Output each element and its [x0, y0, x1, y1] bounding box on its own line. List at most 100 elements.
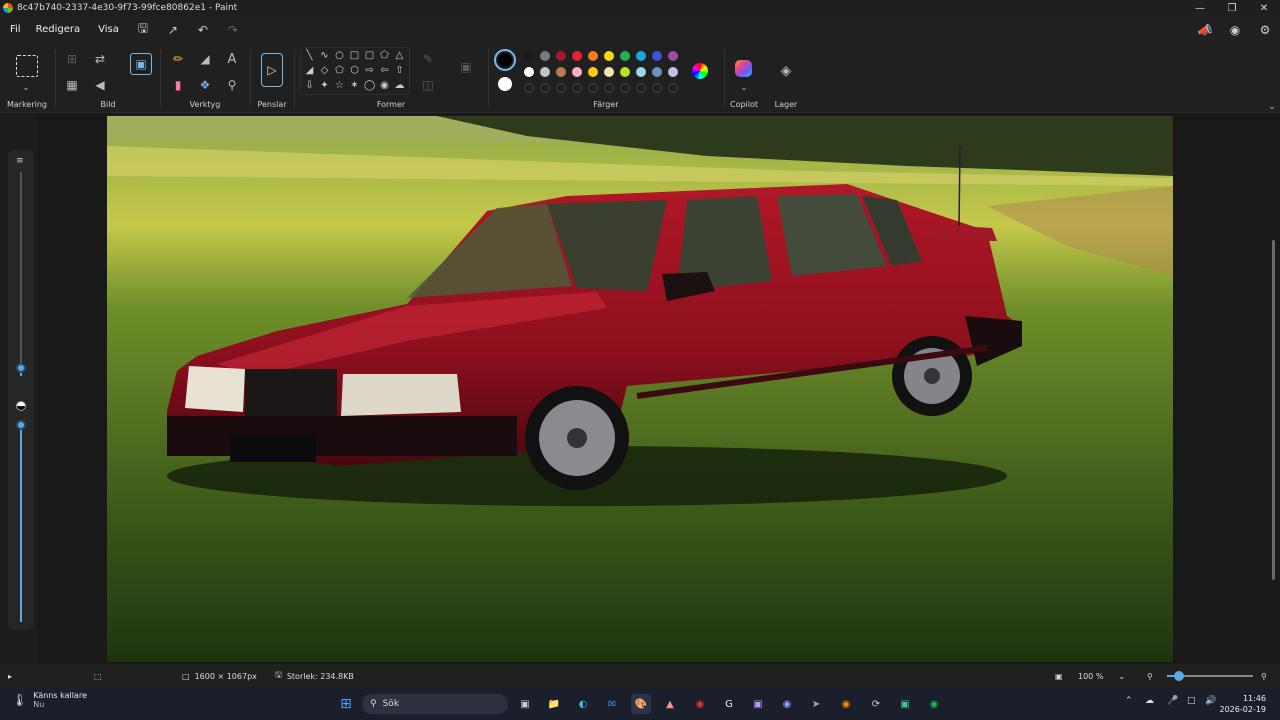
paint-taskbar-icon[interactable]: 🎨: [631, 694, 651, 714]
up-arrow-shape-icon[interactable]: ⇧: [394, 65, 405, 76]
secondary-color-swatch[interactable]: [498, 77, 512, 91]
right-arrow-shape-icon[interactable]: ⇨: [364, 65, 375, 76]
microphone-icon[interactable]: 🎤: [1167, 696, 1178, 706]
palette-swatch[interactable]: [668, 51, 678, 61]
left-arrow-shape-icon[interactable]: ⇦: [379, 65, 390, 76]
pentagon-shape-icon[interactable]: ⬠: [334, 65, 345, 76]
view-menu[interactable]: Visa: [89, 16, 128, 43]
color-picker-icon[interactable]: ❖: [195, 75, 215, 95]
opacity-slider-thumb[interactable]: [16, 420, 26, 430]
palette-swatch[interactable]: [652, 67, 662, 77]
size-slider-track[interactable]: [20, 172, 22, 372]
zoom-out-icon[interactable]: ⚲: [1147, 664, 1153, 688]
six-point-star-shape-icon[interactable]: ✶: [349, 80, 360, 91]
zoom-in-icon[interactable]: ⚲: [1261, 664, 1267, 688]
brush-icon[interactable]: ▷: [261, 53, 283, 87]
tray-cloud-icon[interactable]: ☁: [1145, 696, 1154, 706]
tray-chevron-icon[interactable]: ⌃: [1125, 696, 1133, 706]
palette-swatch[interactable]: [604, 51, 614, 61]
task-view-icon[interactable]: ▣: [515, 694, 535, 714]
palette-swatch[interactable]: [540, 51, 550, 61]
file-menu[interactable]: Fil: [4, 16, 27, 43]
outline-icon[interactable]: ✎: [418, 49, 438, 69]
restore-button[interactable]: ❐: [1216, 0, 1248, 16]
taskbar-search[interactable]: ⚲ Sök: [362, 694, 508, 714]
pencil-icon[interactable]: ✏: [168, 49, 188, 69]
undo-icon[interactable]: ↶: [188, 16, 218, 43]
vertical-scrollbar[interactable]: [1272, 240, 1275, 580]
right-triangle-shape-icon[interactable]: ◢: [304, 65, 315, 76]
zoom-select[interactable]: 100 % ⌄: [1078, 664, 1138, 688]
share-icon[interactable]: ↗: [158, 16, 188, 43]
custom-color-slot[interactable]: [524, 83, 534, 93]
shape-fill-icon[interactable]: ▣: [456, 57, 476, 77]
size-slider-thumb[interactable]: [16, 363, 26, 373]
layers-icon[interactable]: ◈: [776, 61, 796, 81]
close-button[interactable]: ✕: [1248, 0, 1280, 16]
app-green-icon[interactable]: ▣: [895, 694, 915, 714]
palette-swatch[interactable]: [604, 67, 614, 77]
chevron-down-icon[interactable]: ⌄: [16, 77, 36, 97]
clock[interactable]: 11:46 2026-02-19: [1220, 693, 1267, 715]
feedback-icon[interactable]: 📣: [1190, 16, 1220, 43]
flip-icon[interactable]: ◀: [90, 75, 110, 95]
down-arrow-shape-icon[interactable]: ⇩: [304, 80, 315, 91]
app-sync-icon[interactable]: ⟳: [866, 694, 886, 714]
edit-colors-icon[interactable]: [692, 63, 708, 79]
crop-icon[interactable]: ⊞: [62, 49, 82, 69]
palette-swatch[interactable]: [556, 51, 566, 61]
fit-to-window-icon[interactable]: ▣: [1055, 664, 1063, 688]
five-point-star-shape-icon[interactable]: ☆: [334, 80, 345, 91]
polygon-shape-icon[interactable]: ⬠: [379, 50, 390, 61]
account-icon[interactable]: ◉: [1220, 16, 1250, 43]
custom-color-slot[interactable]: [620, 83, 630, 93]
redo-icon[interactable]: ↷: [218, 16, 248, 43]
custom-color-slot[interactable]: [540, 83, 550, 93]
custom-color-slot[interactable]: [652, 83, 662, 93]
palette-swatch[interactable]: [652, 51, 662, 61]
palette-swatch[interactable]: [572, 67, 582, 77]
zoom-slider-thumb[interactable]: [1174, 671, 1184, 681]
palette-swatch[interactable]: [588, 51, 598, 61]
line-shape-icon[interactable]: ╲: [304, 50, 315, 61]
discord-icon[interactable]: ◉: [777, 694, 797, 714]
palette-swatch[interactable]: [620, 67, 630, 77]
oval-shape-icon[interactable]: ○: [334, 50, 345, 61]
text-icon[interactable]: A: [222, 49, 242, 69]
canvas-image[interactable]: [107, 116, 1173, 662]
steam-icon[interactable]: ➤: [806, 694, 826, 714]
rectangle-select-icon[interactable]: [16, 55, 38, 77]
palette-swatch[interactable]: [636, 67, 646, 77]
brave-icon[interactable]: ▲: [660, 694, 680, 714]
volume-icon[interactable]: 🔊: [1205, 696, 1216, 706]
settings-icon[interactable]: ⚙: [1250, 16, 1280, 43]
copilot-icon[interactable]: [735, 60, 752, 77]
twitch-icon[interactable]: ▣: [748, 694, 768, 714]
four-point-star-shape-icon[interactable]: ✦: [319, 80, 330, 91]
firefox-icon[interactable]: ◉: [836, 694, 856, 714]
palette-swatch[interactable]: [556, 67, 566, 77]
triangle-shape-icon[interactable]: △: [394, 50, 405, 61]
palette-swatch[interactable]: [540, 67, 550, 77]
custom-color-slot[interactable]: [636, 83, 646, 93]
file-explorer-icon[interactable]: 📁: [544, 694, 564, 714]
palette-swatch[interactable]: [572, 51, 582, 61]
primary-color-button[interactable]: [494, 49, 516, 71]
palette-swatch[interactable]: [524, 51, 534, 61]
remove-background-icon[interactable]: ▣: [130, 53, 152, 75]
custom-color-slot[interactable]: [588, 83, 598, 93]
oval-callout-shape-icon[interactable]: ◉: [379, 80, 390, 91]
palette-swatch[interactable]: [636, 51, 646, 61]
palette-swatch[interactable]: [668, 67, 678, 77]
save-icon[interactable]: 🖫: [128, 16, 158, 43]
custom-color-slot[interactable]: [572, 83, 582, 93]
rotate-icon[interactable]: ▦: [62, 75, 82, 95]
curve-shape-icon[interactable]: ∿: [319, 50, 330, 61]
rectangle-shape-icon[interactable]: □: [349, 50, 360, 61]
custom-color-slot[interactable]: [556, 83, 566, 93]
edit-menu[interactable]: Redigera: [27, 16, 90, 43]
custom-color-slot[interactable]: [604, 83, 614, 93]
minimize-button[interactable]: —: [1184, 0, 1216, 16]
eraser-icon[interactable]: ▮: [168, 75, 188, 95]
callout-shape-icon[interactable]: ◯: [364, 80, 375, 91]
